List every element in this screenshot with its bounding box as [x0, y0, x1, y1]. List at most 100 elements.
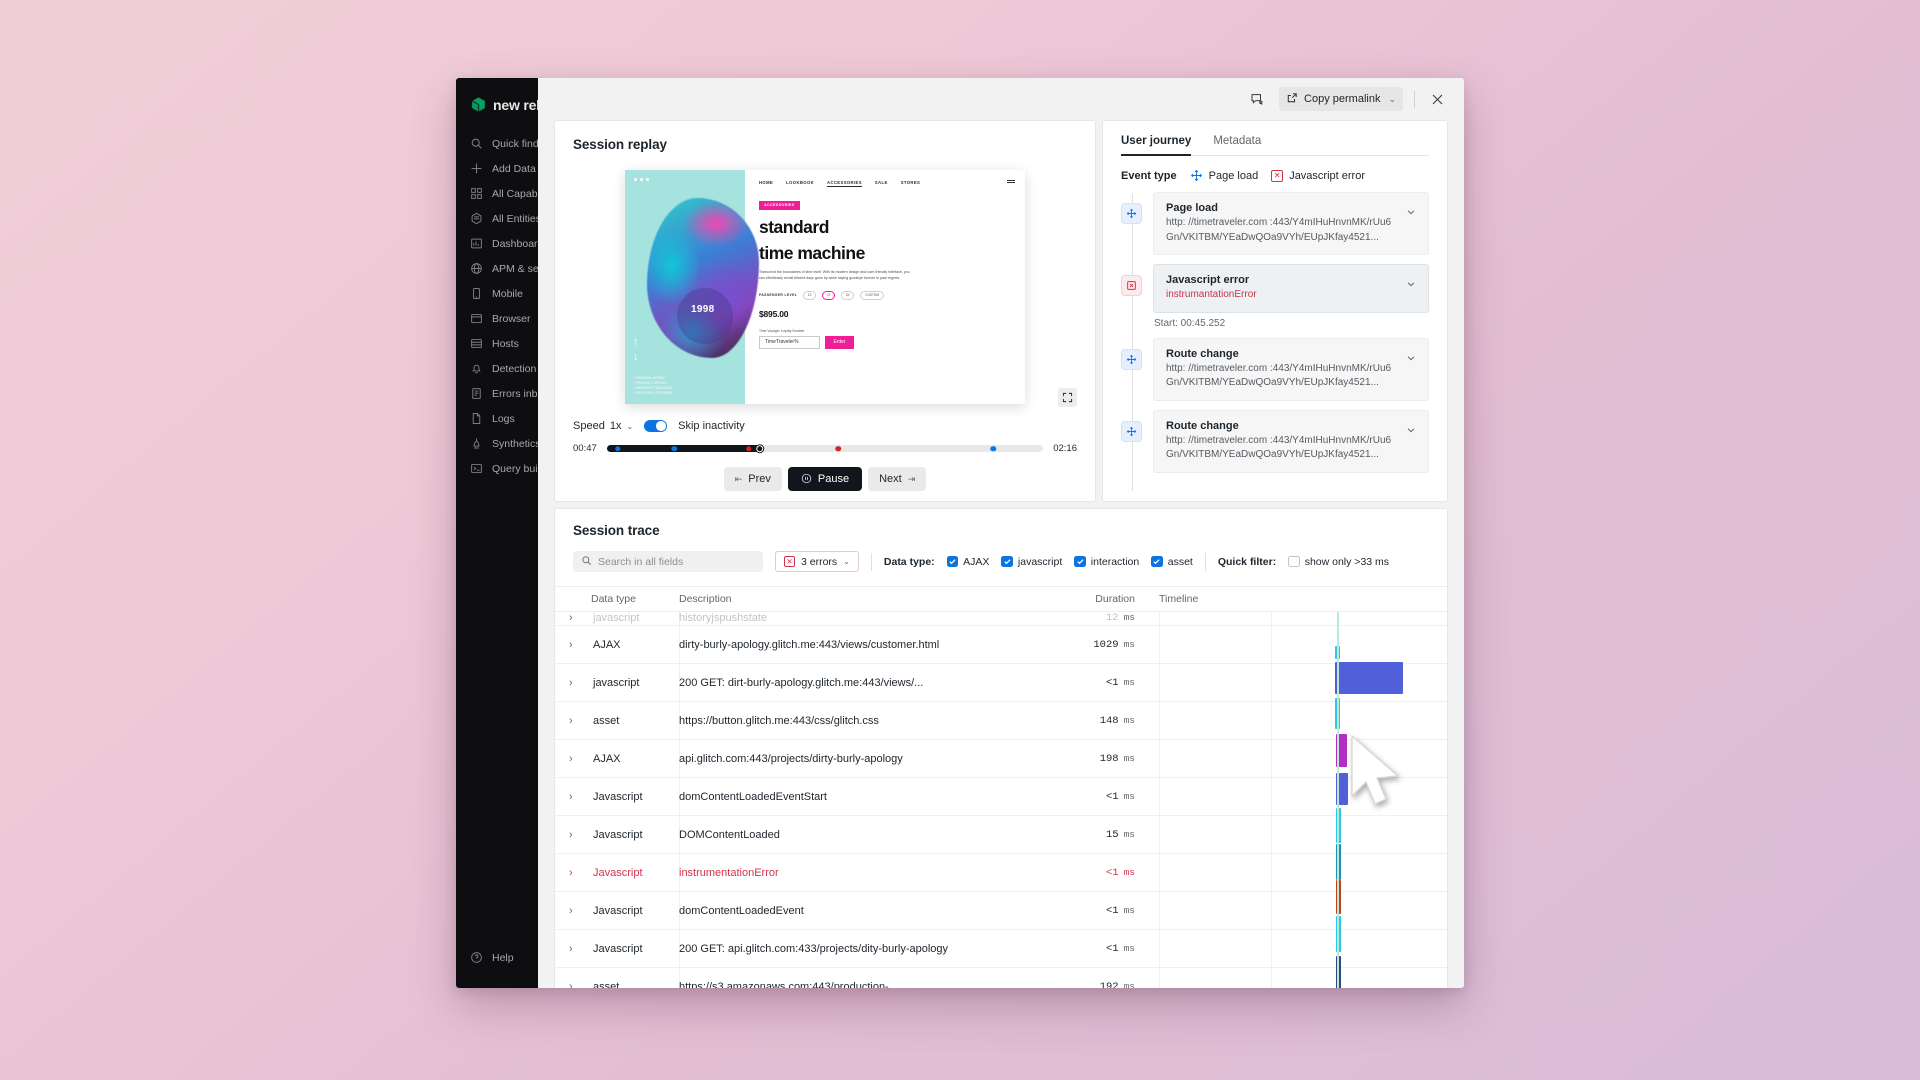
search-input[interactable]: Search in all fields	[573, 551, 763, 572]
option-pill-custom[interactable]: CUSTOM	[860, 290, 885, 300]
sidebar-item-apm-services[interactable]: APM & services	[456, 256, 538, 281]
sidebar-item-browser[interactable]: Browser	[456, 306, 538, 331]
scrubber-track[interactable]	[606, 444, 1044, 453]
sidebar-item-all-capabilities[interactable]: All Capabilities	[456, 181, 538, 206]
expand-icon[interactable]	[1058, 388, 1077, 407]
table-row[interactable]: › javascript historyjspushstate 12 ms	[555, 612, 1447, 626]
image-arrows-icon[interactable]: ↑ ↓	[633, 336, 639, 362]
option-pill[interactable]: 1X	[803, 290, 817, 300]
chevron-down-icon[interactable]: ⌄	[1388, 94, 1396, 105]
expand-row-icon[interactable]: ›	[555, 905, 591, 917]
sidebar-item-detection-ai[interactable]: Detection & AI	[456, 356, 538, 381]
sidebar-item-query-builder[interactable]: Query builder	[456, 456, 538, 481]
expand-row-icon[interactable]: ›	[555, 943, 591, 955]
trace-table-body[interactable]: › javascript historyjspushstate 12 ms › A…	[555, 612, 1447, 988]
event-card-route-change[interactable]: Route change http: //timetraveler.com :4…	[1153, 337, 1429, 401]
timeline-marker[interactable]	[671, 445, 678, 452]
event-card-route-change[interactable]: Route change http: //timetraveler.com :4…	[1153, 409, 1429, 473]
enter-button[interactable]: Enter	[825, 335, 854, 349]
sidebar-item-synthetics[interactable]: Synthetics	[456, 431, 538, 456]
site-nav-item[interactable]: HOME	[759, 180, 773, 187]
trace-table-header: Data type Description Duration Timeline	[555, 586, 1447, 612]
replay-viewport[interactable]: 1998 ↑ ↓ • ORIGINAL MODEL • PRODUCT DETAIL…	[573, 164, 1077, 409]
cell-duration: <1 ms	[1105, 942, 1135, 955]
checkbox-asset[interactable]: asset	[1151, 556, 1193, 568]
chevron-down-icon[interactable]	[1405, 205, 1417, 223]
next-button[interactable]: Next ⇥	[868, 467, 927, 491]
expand-row-icon[interactable]: ›	[555, 753, 591, 765]
timeline-marker[interactable]	[990, 445, 996, 452]
table-row[interactable]: › AJAX api.glitch.com:443/projects/dirty…	[555, 740, 1447, 778]
sidebar-item-dashboards[interactable]: Dashboards	[456, 231, 538, 256]
filter-javascript-error[interactable]: ✕ Javascript error	[1271, 169, 1365, 182]
event-title: Route change	[1166, 347, 1239, 360]
expand-row-icon[interactable]: ›	[555, 677, 591, 689]
close-icon[interactable]	[1426, 88, 1448, 110]
expand-row-icon[interactable]: ›	[555, 715, 591, 727]
prev-button[interactable]: ⇤ Prev	[723, 467, 782, 491]
table-row[interactable]: › Javascript 200 GET: api.glitch.com:433…	[555, 930, 1447, 968]
hamburger-menu-icon[interactable]	[1007, 179, 1015, 185]
table-row[interactable]: › Javascript domContentLoadedEvent <1 ms	[555, 892, 1447, 930]
checkbox-ajax[interactable]: AJAX	[946, 556, 989, 568]
chevron-down-icon[interactable]	[1405, 277, 1417, 295]
scrubber-handle[interactable]	[755, 444, 764, 453]
checkbox-show-only-33ms[interactable]: show only >33 ms	[1288, 556, 1389, 568]
event-card-page-load[interactable]: Page load http: //timetraveler.com :443/…	[1153, 192, 1429, 255]
prev-icon: ⇤	[734, 473, 743, 484]
skip-inactivity-toggle[interactable]	[644, 419, 668, 433]
table-row[interactable]: › asset https://s3.amazonaws.com:443/pro…	[555, 968, 1447, 989]
prev-label: Prev	[748, 473, 771, 485]
errors-filter-chip[interactable]: ✕ 3 errors ⌄	[775, 551, 859, 572]
pause-button[interactable]: Pause	[787, 467, 863, 491]
event-card-javascript-error[interactable]: Javascript error instrumantationError	[1153, 264, 1429, 313]
timeline-marker[interactable]	[835, 445, 841, 452]
table-row[interactable]: › asset https://button.glitch.me:443/css…	[555, 702, 1447, 740]
expand-row-icon[interactable]: ›	[555, 829, 591, 841]
site-nav-item[interactable]: SALE	[875, 180, 888, 187]
chevron-down-icon[interactable]	[1405, 351, 1417, 369]
table-row[interactable]: › javascript 200 GET: dirt-burly-apology…	[555, 664, 1447, 702]
sidebar-item-add-data[interactable]: Add Data	[456, 156, 538, 181]
product-heading-line1: standard	[759, 217, 829, 237]
site-nav-item[interactable]: LOOKBOOK	[786, 180, 814, 187]
checkbox-interaction[interactable]: interaction	[1074, 556, 1139, 568]
cell-duration: 12 ms	[1105, 612, 1135, 624]
table-row[interactable]: › AJAX dirty-burly-apology.glitch.me:443…	[555, 626, 1447, 664]
copy-permalink-button[interactable]: Copy permalink ⌄	[1279, 87, 1403, 111]
sidebar-item-mobile[interactable]: Mobile	[456, 281, 538, 306]
table-row-error[interactable]: › Javascript instrumentationError <1 ms	[555, 854, 1447, 892]
tab-user-journey[interactable]: User journey	[1121, 135, 1192, 156]
filter-page-load[interactable]: Page load	[1190, 169, 1258, 182]
expand-row-icon[interactable]: ›	[555, 791, 591, 803]
timeline-marker[interactable]	[745, 445, 752, 452]
expand-row-icon[interactable]: ›	[555, 612, 591, 624]
option-pill-selected[interactable]: 2X	[822, 290, 836, 300]
skip-inactivity-label: Skip inactivity	[678, 420, 745, 432]
brand-logo-block[interactable]: new relic	[456, 90, 538, 127]
option-pill[interactable]: 3X	[841, 290, 855, 300]
sidebar-item-errors-inbox[interactable]: Errors inbox	[456, 381, 538, 406]
table-row[interactable]: › Javascript domContentLoadedEventStart …	[555, 778, 1447, 816]
chevron-down-icon[interactable]	[1405, 423, 1417, 441]
sidebar-item-logs[interactable]: Logs	[456, 406, 538, 431]
sidebar-item-all-entities[interactable]: All Entities	[456, 206, 538, 231]
sidebar-item-hosts[interactable]: Hosts	[456, 331, 538, 356]
tab-metadata[interactable]: Metadata	[1213, 135, 1261, 155]
site-nav-item-active[interactable]: ACCESSORIES	[827, 180, 862, 187]
site-nav[interactable]: HOME LOOKBOOK ACCESSORIES SALE STORES	[759, 180, 1013, 187]
expand-row-icon[interactable]: ›	[555, 639, 591, 651]
sidebar-item-help[interactable]: Help	[456, 945, 514, 970]
cell-data-type: asset	[593, 980, 620, 989]
expand-row-icon[interactable]: ›	[555, 981, 591, 989]
table-row[interactable]: › Javascript DOMContentLoaded 15 ms	[555, 816, 1447, 854]
next-label: Next	[879, 473, 902, 485]
checkbox-javascript[interactable]: javascript	[1001, 556, 1062, 568]
expand-row-icon[interactable]: ›	[555, 867, 591, 879]
speed-selector[interactable]: Speed 1x ⌄	[573, 420, 633, 432]
timeline-marker[interactable]	[614, 445, 621, 452]
loyalty-number-input[interactable]: TimeTraveler%	[759, 335, 820, 349]
site-nav-item[interactable]: STORES	[901, 180, 921, 187]
sidebar-item-quick-find[interactable]: Quick find	[456, 131, 538, 156]
annotate-icon[interactable]	[1246, 88, 1268, 110]
